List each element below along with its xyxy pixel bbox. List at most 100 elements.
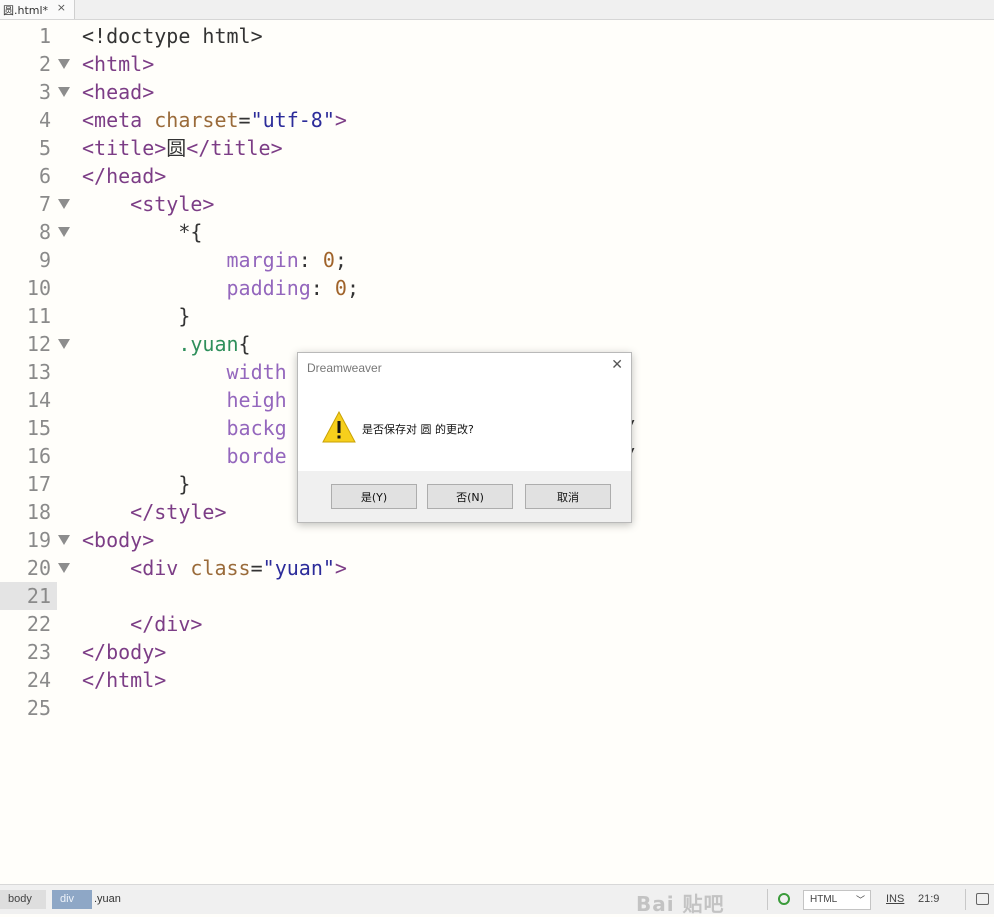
line-number: 4	[38, 108, 51, 132]
code-text: <style>	[82, 190, 214, 218]
code-line[interactable]: 7 <style>	[0, 190, 994, 218]
code-line[interactable]: 22 </div>	[0, 610, 994, 638]
line-gutter: 12	[0, 330, 57, 358]
code-line[interactable]: 23 </body>	[0, 638, 994, 666]
code-text: <body>	[82, 526, 154, 554]
line-number: 18	[26, 500, 51, 524]
line-number: 2	[38, 52, 51, 76]
code-token: <head>	[82, 80, 155, 104]
code-line[interactable]: 8 *{	[0, 218, 994, 246]
code-token: class	[190, 556, 251, 580]
document-tab-bar: 圆.html* ×	[0, 0, 994, 20]
code-line[interactable]: 6 </head>	[0, 162, 994, 190]
code-line[interactable]: 9 margin: 0;	[0, 246, 994, 274]
breadcrumb-div[interactable]: div	[52, 890, 92, 909]
code-token: backg	[226, 416, 287, 440]
code-line[interactable]: 19 <body>	[0, 526, 994, 554]
line-gutter: 16	[0, 442, 57, 470]
line-number: 25	[26, 696, 51, 720]
close-icon[interactable]: ✕	[611, 357, 623, 373]
code-token: </head>	[82, 164, 167, 188]
code-line[interactable]: 10 padding: 0;	[0, 274, 994, 302]
code-text: margin: 0;	[82, 246, 347, 274]
dialog-title: Dreamweaver	[307, 361, 382, 375]
dialog-message: 是否保存对 圆 的更改?	[362, 423, 474, 436]
code-token: 圆	[166, 136, 187, 160]
code-text: </head>	[82, 162, 166, 190]
preview-icon[interactable]	[976, 893, 989, 905]
code-token: <style>	[130, 192, 215, 216]
document-tab[interactable]: 圆.html* ×	[0, 0, 75, 19]
line-number: 12	[26, 332, 51, 356]
fold-triangle-icon[interactable]	[58, 59, 70, 69]
code-token: :	[298, 248, 323, 272]
code-token: ;	[346, 276, 359, 300]
line-gutter: 21	[0, 582, 57, 610]
status-divider	[767, 889, 768, 910]
code-token: ;	[334, 248, 347, 272]
status-bar: body div .yuan Bai 贴吧 HTML ﹀ INS 21:9	[0, 884, 994, 916]
line-gutter: 4	[0, 106, 57, 134]
fold-triangle-icon[interactable]	[58, 535, 70, 545]
code-token: charset	[154, 108, 239, 132]
code-line[interactable]: 5 <title>圆</title>	[0, 134, 994, 162]
code-token: *{	[82, 220, 203, 244]
line-gutter: 3	[0, 78, 57, 106]
line-number: 20	[26, 556, 51, 580]
document-type-select[interactable]: HTML ﹀	[803, 890, 871, 910]
document-tab-label: 圆.html*	[3, 3, 49, 17]
code-line[interactable]: 3 <head>	[0, 78, 994, 106]
code-token: >	[334, 556, 347, 580]
code-line[interactable]: 21	[0, 582, 994, 610]
save-changes-dialog: Dreamweaver ✕ 是否保存对 圆 的更改? 是(Y) 否(N) 取消	[297, 352, 632, 523]
yes-button[interactable]: 是(Y)	[331, 484, 417, 509]
code-text: }	[82, 302, 190, 330]
code-token: {	[238, 332, 251, 356]
code-text: <!doctype html>	[82, 22, 263, 50]
close-tab-icon[interactable]: ×	[57, 1, 66, 14]
code-token: .yuan	[178, 332, 239, 356]
code-text: padding: 0;	[82, 274, 359, 302]
line-gutter: 6	[0, 162, 57, 190]
line-number: 7	[38, 192, 51, 216]
line-number: 1	[38, 24, 51, 48]
fold-triangle-icon[interactable]	[58, 87, 70, 97]
line-gutter: 20	[0, 554, 57, 582]
line-number: 5	[38, 136, 51, 160]
code-token: <div	[130, 556, 191, 580]
code-token: </title>	[186, 136, 283, 160]
code-line[interactable]: 11 }	[0, 302, 994, 330]
line-gutter: 10	[0, 274, 57, 302]
cancel-button[interactable]: 取消	[525, 484, 611, 509]
no-button[interactable]: 否(N)	[427, 484, 513, 509]
code-line[interactable]: 24 </html>	[0, 666, 994, 694]
fold-triangle-icon[interactable]	[58, 339, 70, 349]
line-number: 9	[38, 248, 51, 272]
code-token: <meta	[82, 108, 155, 132]
code-token: heigh	[226, 388, 287, 412]
code-line[interactable]: 25	[0, 694, 994, 722]
line-gutter: 11	[0, 302, 57, 330]
code-line[interactable]: 1 <!doctype html>	[0, 22, 994, 50]
code-text: }	[82, 470, 190, 498]
line-number: 21	[26, 584, 51, 608]
code-token: </style>	[130, 500, 227, 524]
code-text: </html>	[82, 666, 166, 694]
fold-triangle-icon[interactable]	[58, 227, 70, 237]
line-gutter: 9	[0, 246, 57, 274]
code-line[interactable]: 4 <meta charset="utf-8">	[0, 106, 994, 134]
breadcrumb-body[interactable]: body	[0, 890, 46, 909]
chevron-down-icon: ﹀	[855, 895, 865, 905]
fold-triangle-icon[interactable]	[58, 563, 70, 573]
check-ok-icon[interactable]	[778, 893, 790, 905]
code-line[interactable]: 2 <html>	[0, 50, 994, 78]
code-line[interactable]: 20 <div class="yuan">	[0, 554, 994, 582]
insert-mode-indicator[interactable]: INS	[886, 893, 904, 905]
breadcrumb-yuan[interactable]: .yuan	[92, 890, 128, 909]
fold-triangle-icon[interactable]	[58, 199, 70, 209]
